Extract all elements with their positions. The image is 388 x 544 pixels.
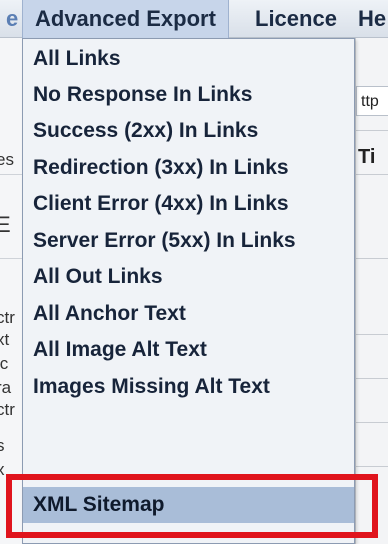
menu-item-redirection-3xx[interactable]: Redirection (3xx) In Links (33, 150, 289, 186)
menu-partial-left[interactable]: e (0, 0, 20, 38)
left-fragment: ra (0, 378, 12, 397)
menu-item-images-missing-alt-text[interactable]: Images Missing Alt Text (33, 369, 270, 405)
menu-item-all-links[interactable]: All Links (33, 41, 121, 77)
advanced-export-dropdown: All Links No Response In Links Success (… (22, 38, 355, 544)
menu-advanced-export[interactable]: Advanced Export (22, 0, 229, 38)
left-fragment: ctr (0, 400, 15, 419)
app-window: es E ctr xt jc ra ctr s x ttp Ti yaauuwa… (0, 0, 388, 544)
left-fragment: s (0, 436, 24, 456)
left-fragment: jc (0, 354, 9, 373)
menu-licence[interactable]: Licence (255, 0, 337, 38)
menu-item-client-error-4xx[interactable]: Client Error (4xx) In Links (33, 186, 289, 222)
menu-item-server-error-5xx[interactable]: Server Error (5xx) In Links (33, 223, 296, 259)
left-fragment: ctr (0, 308, 15, 327)
divider (355, 130, 388, 131)
divider (355, 422, 388, 423)
url-input[interactable]: ttp (356, 86, 388, 116)
left-fragment: es (0, 150, 14, 169)
divider (355, 174, 388, 175)
menu-item-success-2xx[interactable]: Success (2xx) In Links (33, 113, 258, 149)
menu-item-all-anchor-text[interactable]: All Anchor Text (33, 296, 186, 332)
divider (355, 466, 388, 467)
menu-item-no-response-in-links[interactable]: No Response In Links (33, 77, 252, 113)
menu-bar: e Advanced Export Licence He (0, 0, 388, 38)
menu-item-all-out-links[interactable]: All Out Links (33, 259, 163, 295)
red-highlight-box (6, 474, 378, 538)
menu-help-partial[interactable]: He (358, 0, 388, 38)
left-fragment: xt (0, 330, 10, 349)
divider (355, 258, 388, 259)
left-fragment: E (0, 212, 24, 238)
divider (355, 334, 388, 335)
divider (355, 378, 388, 379)
menu-item-all-image-alt-text[interactable]: All Image Alt Text (33, 332, 207, 368)
column-header-title[interactable]: Ti (358, 146, 375, 169)
